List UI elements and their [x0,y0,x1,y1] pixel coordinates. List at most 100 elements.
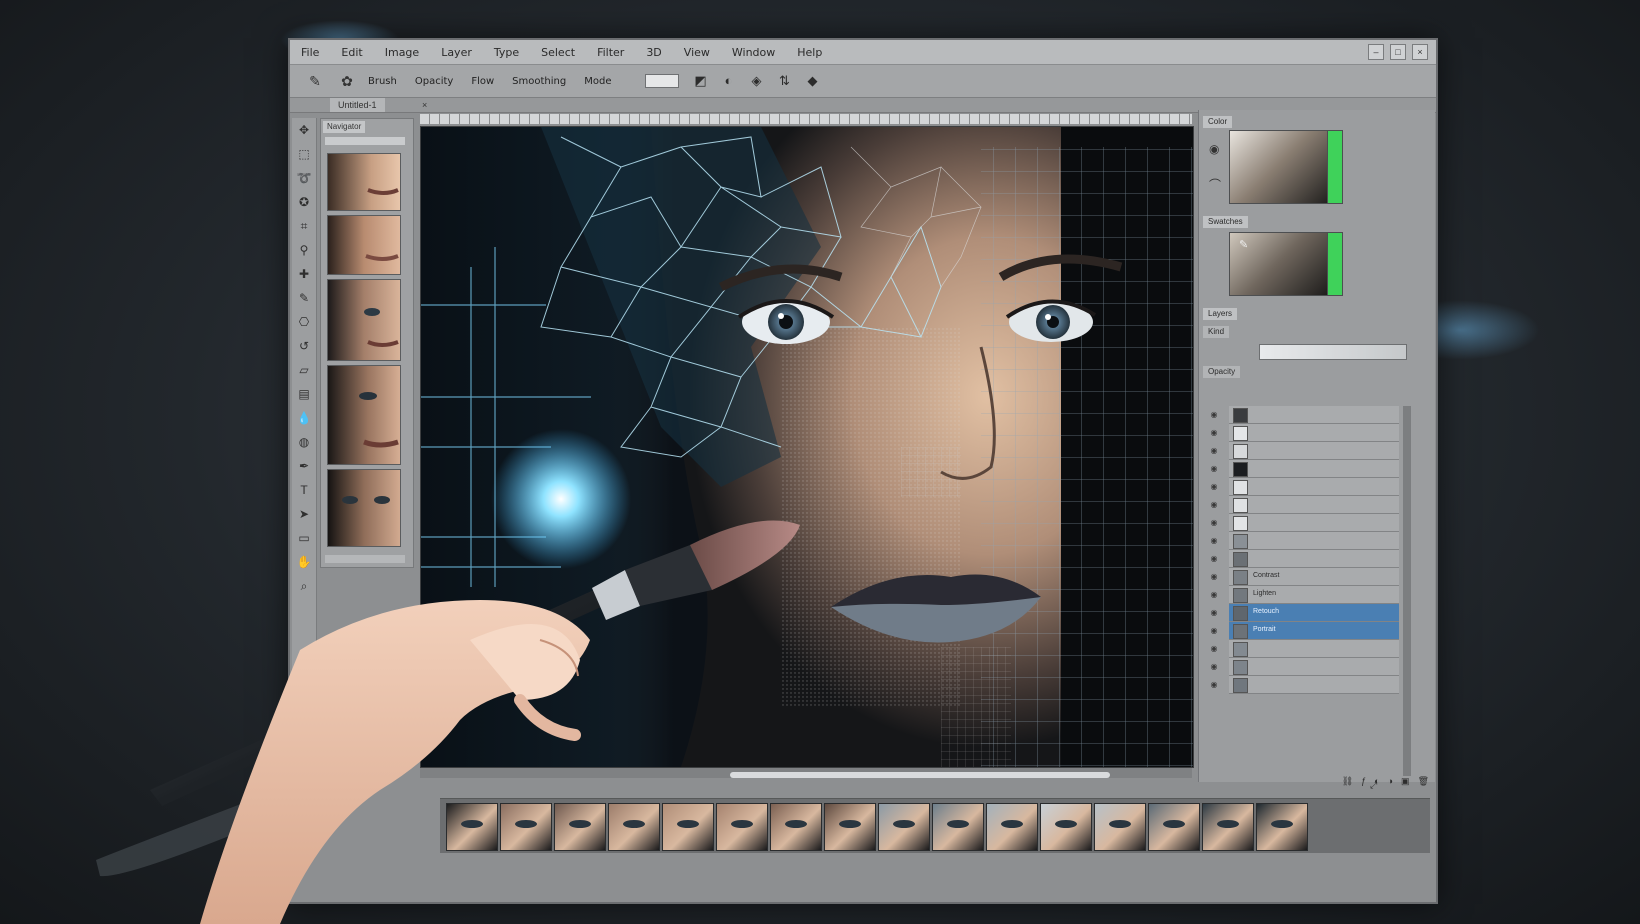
menu-layer[interactable]: Layer [430,46,483,59]
layer-row[interactable]: ◉ [1211,496,1399,514]
layer-row[interactable]: ◉ [1211,532,1399,550]
visibility-eye-icon[interactable]: ◉ [1209,590,1219,599]
visibility-eye-icon[interactable]: ◉ [1209,500,1219,509]
visibility-eye-icon[interactable]: ◉ [1209,518,1219,527]
filmstrip-thumbnail[interactable] [1202,803,1254,851]
navigator-zoom-bar[interactable] [325,137,405,145]
new-layer-icon[interactable]: ▣ [1401,776,1410,792]
menu-view[interactable]: View [673,46,721,59]
stamp-icon[interactable]: ⎔ [292,310,316,334]
filmstrip-thumbnail[interactable] [1148,803,1200,851]
brush-icon[interactable]: ✎ [292,286,316,310]
filmstrip-thumbnail[interactable] [1256,803,1308,851]
layer-row[interactable]: ◉ [1211,550,1399,568]
brush-preset-icon[interactable]: ✿ [336,72,358,90]
lasso-icon[interactable]: ➰ [292,166,316,190]
menu-3d[interactable]: 3D [635,46,672,59]
menu-file[interactable]: File [290,46,330,59]
layer-row[interactable]: ◉ [1211,460,1399,478]
navigator-tab[interactable]: Navigator [323,121,366,133]
filmstrip-thumbnail[interactable] [662,803,714,851]
visibility-eye-icon[interactable]: ◉ [1209,572,1219,581]
color-picker-icon[interactable]: ◉ [1209,142,1219,156]
layer-row[interactable]: ◉ [1211,676,1399,694]
visibility-eye-icon[interactable]: ◉ [1209,680,1219,689]
preview-thumbnail[interactable] [327,469,401,547]
close-icon[interactable]: × [1412,44,1428,60]
link-icon[interactable]: ⛓ [1342,776,1353,792]
close-tab-icon[interactable]: × [422,98,427,112]
diamond-icon[interactable]: ◆ [803,73,821,89]
filmstrip-thumbnail[interactable] [932,803,984,851]
shield-icon[interactable]: ◈ [747,73,765,89]
visibility-eye-icon[interactable]: ◉ [1209,536,1219,545]
fx-icon[interactable]: ƒ [1361,776,1366,792]
flow-label[interactable]: Flow [471,76,494,87]
filmstrip-thumbnail[interactable] [1040,803,1092,851]
history-brush-icon[interactable]: ↺ [292,334,316,358]
hue-slider[interactable] [1327,130,1343,204]
gradient-icon[interactable]: ▤ [292,382,316,406]
layer-row[interactable]: ◉ Retouch [1211,604,1399,622]
layer-row[interactable]: ◉ [1211,442,1399,460]
visibility-eye-icon[interactable]: ◉ [1209,554,1219,563]
quick-select-icon[interactable]: ✪ [292,190,316,214]
layer-row[interactable]: ◉ Lighten [1211,586,1399,604]
color-panel-tab[interactable]: Color [1203,116,1233,128]
filmstrip-expand-icon[interactable]: ⤢ [1370,780,1380,790]
visibility-eye-icon[interactable]: ◉ [1209,410,1219,419]
smoothing-label[interactable]: Smoothing [512,76,566,87]
symmetry-icon[interactable]: ⇅ [775,73,793,89]
visibility-eye-icon[interactable]: ◉ [1209,608,1219,617]
mode-label[interactable]: Mode [584,76,611,87]
type-icon[interactable]: T [292,478,316,502]
crop-icon[interactable]: ⌗ [292,214,316,238]
zoom-icon[interactable]: ⌕ [292,574,316,598]
preview-thumbnail[interactable] [327,153,401,211]
filmstrip-thumbnail[interactable] [878,803,930,851]
layer-row[interactable]: ◉ Portrait [1211,622,1399,640]
layers-panel-tab[interactable]: Layers [1203,308,1238,320]
filmstrip-thumbnail[interactable] [716,803,768,851]
layer-row[interactable]: ◉ [1211,640,1399,658]
healing-icon[interactable]: ✚ [292,262,316,286]
marquee-icon[interactable]: ⬚ [292,142,316,166]
adjustment-icon[interactable]: ◑ [1388,776,1393,792]
layer-row[interactable]: ◉ [1211,514,1399,532]
pen-icon[interactable]: ✒ [292,454,316,478]
hand-icon[interactable]: ✋ [292,550,316,574]
filmstrip-thumbnail[interactable] [554,803,606,851]
menu-type[interactable]: Type [483,46,530,59]
color-field[interactable] [1229,130,1341,204]
menu-filter[interactable]: Filter [586,46,635,59]
scrollbar-thumb[interactable] [730,772,1110,778]
layer-row[interactable]: ◉ Contrast [1211,568,1399,586]
filmstrip-thumbnail[interactable] [986,803,1038,851]
preview-thumbnail[interactable] [327,215,401,275]
menu-edit[interactable]: Edit [330,46,373,59]
image-canvas[interactable] [420,126,1194,768]
shape-icon[interactable]: ▭ [292,526,316,550]
minimize-icon[interactable]: – [1368,44,1384,60]
filmstrip-thumbnail[interactable] [824,803,876,851]
visibility-eye-icon[interactable]: ◉ [1209,626,1219,635]
opacity-label[interactable]: Opacity [415,76,453,87]
layers-scrollbar[interactable] [1403,406,1411,776]
move-icon[interactable]: ✥ [292,118,316,142]
layers-kind-filter[interactable]: Kind [1203,326,1230,338]
layer-row[interactable]: ◉ [1211,658,1399,676]
maximize-icon[interactable]: □ [1390,44,1406,60]
menu-help[interactable]: Help [786,46,833,59]
filmstrip-thumbnail[interactable] [608,803,660,851]
eraser-icon[interactable]: ▱ [292,358,316,382]
filmstrip-thumbnail[interactable] [1094,803,1146,851]
filmstrip-thumbnail[interactable] [770,803,822,851]
filmstrip-thumbnail[interactable] [446,803,498,851]
blur-icon[interactable]: 💧 [292,406,316,430]
curve-icon[interactable]: ⌒ [1209,176,1221,193]
pressure-icon[interactable]: ◐ [719,73,737,89]
dodge-icon[interactable]: ◍ [292,430,316,454]
visibility-eye-icon[interactable]: ◉ [1209,428,1219,437]
airbrush-icon[interactable]: ◩ [691,73,709,89]
filmstrip-thumbnail[interactable] [500,803,552,851]
